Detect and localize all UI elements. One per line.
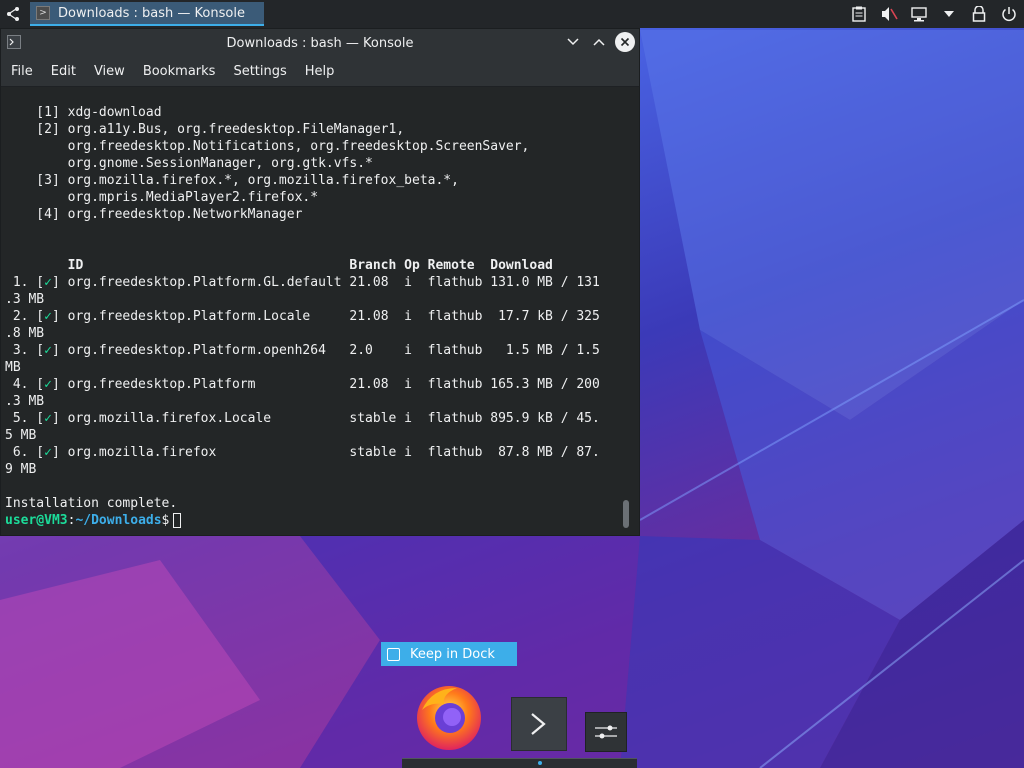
window-title: Downloads : bash — Konsole — [226, 35, 414, 51]
dock-item-konsole[interactable] — [511, 697, 567, 751]
text-cursor — [173, 513, 182, 528]
konsole-icon — [531, 713, 546, 735]
prompt-path: ~/Downloads — [75, 513, 162, 528]
menu-view[interactable]: View — [88, 64, 131, 79]
konsole-icon: > — [36, 6, 50, 20]
table-row-wrap: MB — [5, 360, 21, 375]
table-row-wrap: 5 MB — [5, 428, 37, 443]
tray-expand-icon[interactable] — [934, 0, 964, 28]
terminal-output[interactable]: [1] xdg-download [2] org.a11y.Bus, org.f… — [1, 88, 621, 534]
taskbar-entry-label: Downloads : bash — Konsole — [58, 5, 245, 21]
launcher-icon[interactable] — [0, 0, 28, 28]
table-header: ID Branch Op Remote Download — [5, 258, 553, 273]
konsole-icon — [7, 35, 21, 49]
prompt-symbol: $ — [161, 513, 170, 528]
network-icon[interactable] — [904, 0, 934, 28]
system-tray — [844, 0, 1024, 28]
power-icon[interactable] — [994, 0, 1024, 28]
dock-item-settings[interactable] — [585, 712, 627, 752]
settings-icon — [595, 725, 617, 739]
status-message: Installation complete. — [5, 496, 178, 511]
table-row: 1. [✓] org.freedesktop.Platform.GL.defau… — [5, 275, 600, 290]
check-icon: ✓ — [44, 343, 52, 358]
firefox-icon — [417, 686, 481, 750]
check-icon: ✓ — [44, 445, 52, 460]
checkbox-icon[interactable] — [387, 647, 400, 661]
table-row-wrap: .3 MB — [5, 394, 45, 409]
minimize-button[interactable] — [563, 32, 583, 52]
keep-in-dock-option[interactable]: Keep in Dock — [381, 642, 517, 666]
scrollbar-thumb[interactable] — [623, 500, 629, 528]
table-row: 4. [✓] org.freedesktop.Platform 21.08 i … — [5, 377, 600, 392]
check-icon: ✓ — [44, 309, 52, 324]
terminal-line: [2] org.a11y.Bus, org.freedesktop.FileMa… — [5, 122, 405, 137]
check-icon: ✓ — [44, 275, 52, 290]
menu-bar: File Edit View Bookmarks Settings Help — [1, 57, 639, 87]
table-row-wrap: .3 MB — [5, 292, 45, 307]
close-button[interactable] — [615, 32, 635, 52]
table-row: 2. [✓] org.freedesktop.Platform.Locale 2… — [5, 309, 600, 324]
table-row-wrap: .8 MB — [5, 326, 45, 341]
check-icon: ✓ — [44, 377, 52, 392]
menu-edit[interactable]: Edit — [45, 64, 82, 79]
prompt-user: user@VM3 — [5, 513, 68, 528]
table-row: 3. [✓] org.freedesktop.Platform.openh264… — [5, 343, 600, 358]
taskbar-entry-konsole[interactable]: > Downloads : bash — Konsole — [30, 2, 264, 26]
window-controls — [563, 32, 635, 52]
table-row: 6. [✓] org.mozilla.firefox stable i flat… — [5, 445, 600, 460]
shell-prompt[interactable]: user@VM3:~/Downloads$ — [5, 512, 621, 529]
menu-help[interactable]: Help — [299, 64, 341, 79]
terminal-line: [1] xdg-download — [5, 105, 162, 120]
terminal-line: org.gnome.SessionManager, org.gtk.vfs.* — [5, 156, 373, 171]
terminal-line: org.freedesktop.Notifications, org.freed… — [5, 139, 530, 154]
maximize-button[interactable] — [589, 32, 609, 52]
menu-settings[interactable]: Settings — [227, 64, 292, 79]
window-titlebar[interactable]: Downloads : bash — Konsole — [1, 29, 639, 57]
dock-item-firefox[interactable] — [412, 680, 486, 752]
scrollbar[interactable] — [619, 88, 631, 534]
dock-bar — [402, 758, 637, 768]
table-row: 5. [✓] org.mozilla.firefox.Locale stable… — [5, 411, 600, 426]
volume-muted-icon[interactable] — [874, 0, 904, 28]
check-icon: ✓ — [44, 411, 52, 426]
clipboard-icon[interactable] — [844, 0, 874, 28]
keep-in-dock-label: Keep in Dock — [410, 646, 495, 662]
terminal-line: org.mpris.MediaPlayer2.firefox.* — [5, 190, 319, 205]
menu-file[interactable]: File — [5, 64, 39, 79]
close-icon — [620, 37, 630, 47]
terminal-line: [3] org.mozilla.firefox.*, org.mozilla.f… — [5, 173, 459, 188]
konsole-window: Downloads : bash — Konsole File Edit Vie… — [0, 28, 640, 536]
top-panel: > Downloads : bash — Konsole — [0, 0, 1024, 28]
active-indicator — [538, 761, 542, 765]
terminal-line: [4] org.freedesktop.NetworkManager — [5, 207, 303, 222]
table-row-wrap: 9 MB — [5, 462, 37, 477]
lock-icon[interactable] — [964, 0, 994, 28]
menu-bookmarks[interactable]: Bookmarks — [137, 64, 222, 79]
